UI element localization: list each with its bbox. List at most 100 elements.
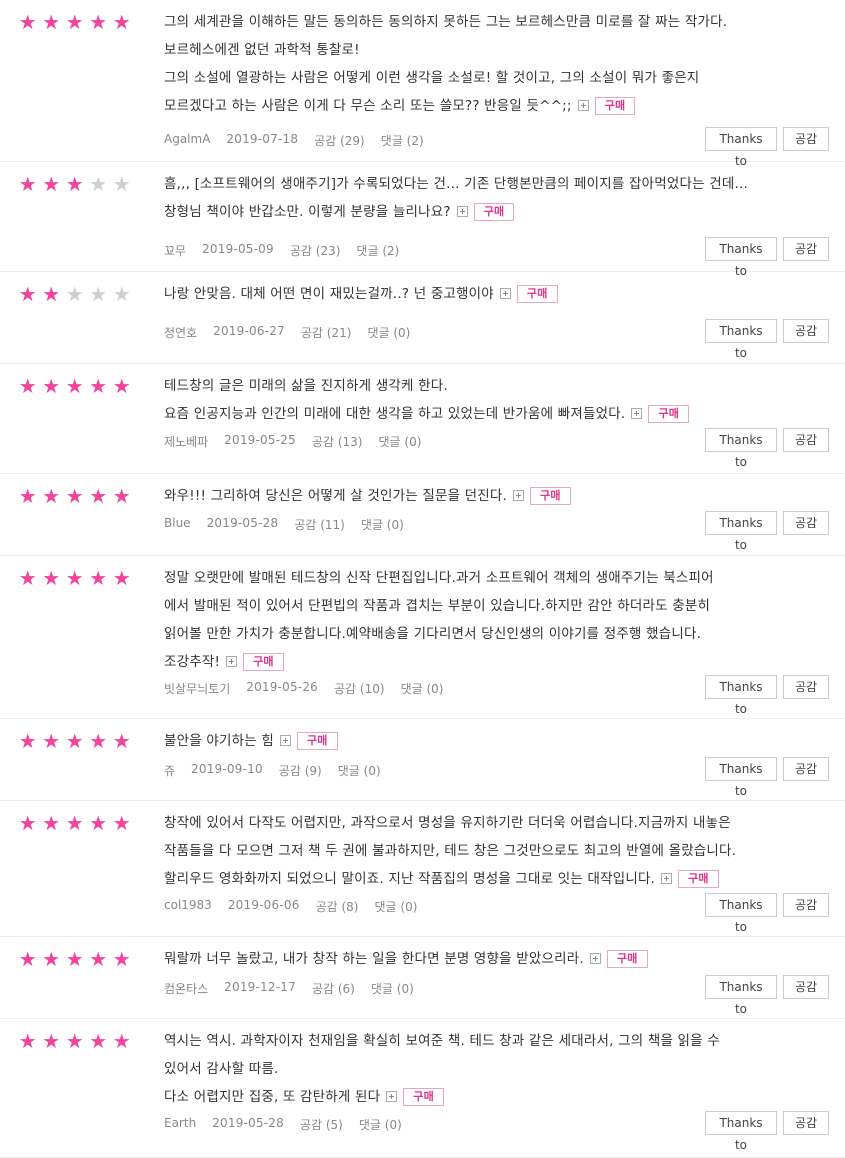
expand-icon[interactable]	[279, 735, 291, 746]
comment-label: 댓글	[367, 326, 390, 340]
star-rating: ★ ★ ★ ★ ★	[17, 174, 133, 194]
thanks-to-button[interactable]: Thanks to	[705, 237, 777, 278]
comment-label: 댓글	[358, 1118, 381, 1132]
star-filled-icon: ★	[18, 729, 37, 753]
review-author[interactable]: 꾜무	[164, 242, 186, 259]
comment-count[interactable]: 댓글 (0)	[359, 1116, 402, 1133]
like-button[interactable]: 공감	[783, 893, 829, 917]
thanks-to-button[interactable]: Thanks to	[705, 1111, 777, 1152]
review-body: 흠,,, [소프트웨어의 생애주기]가 수록되었다는 건... 기존 단행본만큼…	[164, 170, 829, 226]
comment-label: 댓글	[380, 134, 403, 148]
star-filled-icon: ★	[65, 729, 84, 753]
expand-icon[interactable]	[456, 206, 468, 217]
thanks-to-button[interactable]: Thanks to	[705, 757, 777, 798]
expand-icon[interactable]	[513, 490, 525, 501]
review-item: ★ ★ ★ ★ ★ 흠,,, [소프트웨어의 생애주기]가 수록되었다는 건... 기존 …	[0, 162, 845, 278]
expand-icon[interactable]	[589, 953, 601, 964]
star-filled-icon: ★	[65, 566, 84, 590]
review-date: 2019-05-25	[224, 433, 296, 447]
star-filled-icon: ★	[89, 1029, 108, 1053]
comment-label: 댓글	[374, 900, 397, 914]
review-actions: Thanks to 공감	[705, 428, 829, 469]
star-filled-icon: ★	[112, 566, 131, 590]
review-date: 2019-05-26	[246, 680, 318, 694]
review-author[interactable]: Earth	[164, 1116, 196, 1133]
expand-icon[interactable]	[386, 1091, 398, 1102]
thanks-to-button[interactable]: Thanks to	[705, 675, 777, 716]
like-number: (11)	[320, 518, 345, 532]
thanks-to-button[interactable]: Thanks to	[705, 319, 777, 360]
review-text-line: 있어서 감사할 따름.	[164, 1055, 829, 1083]
review-author[interactable]: Blue	[164, 516, 191, 533]
star-filled-icon: ★	[112, 729, 131, 753]
star-filled-icon: ★	[89, 947, 108, 971]
star-filled-icon: ★	[89, 566, 108, 590]
like-button[interactable]: 공감	[783, 319, 829, 343]
comment-count[interactable]: 댓글 (0)	[338, 762, 381, 779]
star-rating: ★ ★ ★ ★ ★	[17, 376, 133, 396]
review-body: 뭐랄까 너무 놀랐고, 내가 창작 하는 일을 한다면 분명 영향을 받았으리라…	[164, 945, 829, 973]
star-filled-icon: ★	[18, 811, 37, 835]
like-button[interactable]: 공감	[783, 511, 829, 535]
review-body: 와우!!! 그리하여 당신은 어떻게 살 것인가는 질문을 던진다. 구매	[164, 482, 829, 510]
like-button[interactable]: 공감	[783, 675, 829, 699]
star-filled-icon: ★	[89, 811, 108, 835]
comment-count[interactable]: 댓글 (2)	[381, 132, 424, 149]
comment-number: (2)	[382, 244, 400, 258]
like-button[interactable]: 공감	[783, 1111, 829, 1135]
comment-count[interactable]: 댓글 (0)	[378, 433, 421, 450]
review-author[interactable]: 제노베파	[164, 433, 208, 450]
review-text: 읽어볼 만한 가치가 충분합니다.예약배송을 기다리면서 당신인생의 이야기를 …	[164, 626, 702, 642]
comment-count[interactable]: 댓글 (0)	[371, 980, 414, 997]
star-empty-icon: ★	[112, 282, 131, 306]
review-author[interactable]: AgalmA	[164, 132, 210, 149]
thanks-to-button[interactable]: Thanks to	[705, 428, 777, 469]
review-text-line: 뭐랄까 너무 놀랐고, 내가 창작 하는 일을 한다면 분명 영향을 받았으리라…	[164, 945, 829, 973]
review-meta: 꾜무 2019-05-09 공감 (23) 댓글 (2)	[164, 242, 399, 259]
review-text: 그의 소설에 열광하는 사람은 어떻게 이런 생각을 소설로! 할 것이고, 그…	[164, 70, 700, 86]
star-rating: ★ ★ ★ ★ ★	[17, 731, 133, 751]
thanks-to-button[interactable]: Thanks to	[705, 127, 777, 168]
buy-badge: 구매	[594, 97, 636, 115]
comment-count[interactable]: 댓글 (0)	[367, 324, 410, 341]
like-button[interactable]: 공감	[783, 757, 829, 781]
expand-icon[interactable]	[499, 288, 511, 299]
review-text-line: 와우!!! 그리하여 당신은 어떻게 살 것인가는 질문을 던진다. 구매	[164, 482, 829, 510]
comment-count[interactable]: 댓글 (0)	[361, 516, 404, 533]
like-button[interactable]: 공감	[783, 237, 829, 261]
review-author[interactable]: 정연호	[164, 324, 197, 341]
review-meta: 정연호 2019-06-27 공감 (21) 댓글 (0)	[164, 324, 410, 341]
like-button[interactable]: 공감	[783, 428, 829, 452]
expand-icon[interactable]	[577, 100, 589, 111]
comment-count[interactable]: 댓글 (0)	[401, 680, 444, 697]
expand-icon[interactable]	[226, 656, 238, 667]
review-text-line: 테드창의 글은 미래의 삶을 진지하게 생각케 한다.	[164, 372, 829, 400]
like-count: 공감 (21)	[301, 324, 352, 341]
star-filled-icon: ★	[112, 811, 131, 835]
like-label: 공감	[334, 682, 357, 696]
review-author[interactable]: 컴온타스	[164, 980, 208, 997]
star-filled-icon: ★	[18, 374, 37, 398]
like-label: 공감	[278, 764, 301, 778]
review-author[interactable]: col1983	[164, 898, 212, 915]
like-label: 공감	[314, 134, 337, 148]
review-text-line: 에서 발매된 적이 있어서 단편빕의 작품과 겹치는 부분이 있습니다.하지만 …	[164, 592, 829, 620]
like-button[interactable]: 공감	[783, 975, 829, 999]
review-text-line: 나랑 안맞음. 대체 어떤 면이 재밌는걸까..? 넌 중고행이야 구매	[164, 280, 829, 308]
expand-icon[interactable]	[661, 873, 673, 884]
expand-icon[interactable]	[631, 408, 643, 419]
comment-count[interactable]: 댓글 (0)	[374, 898, 417, 915]
star-filled-icon: ★	[18, 172, 37, 196]
star-filled-icon: ★	[18, 566, 37, 590]
review-text-line: 조강추작! 구매	[164, 648, 829, 676]
thanks-to-button[interactable]: Thanks to	[705, 975, 777, 1016]
review-date: 2019-05-28	[212, 1116, 284, 1130]
review-text: 다소 어렵지만 집중, 또 감탄하게 된다	[164, 1089, 381, 1105]
thanks-to-button[interactable]: Thanks to	[705, 893, 777, 934]
review-author[interactable]: 쥬	[164, 762, 175, 779]
thanks-to-button[interactable]: Thanks to	[705, 511, 777, 552]
comment-count[interactable]: 댓글 (2)	[356, 242, 399, 259]
review-author[interactable]: 빗살무늬토기	[164, 680, 230, 697]
like-button[interactable]: 공감	[783, 127, 829, 151]
review-meta: 쥬 2019-09-10 공감 (9) 댓글 (0)	[164, 762, 381, 779]
